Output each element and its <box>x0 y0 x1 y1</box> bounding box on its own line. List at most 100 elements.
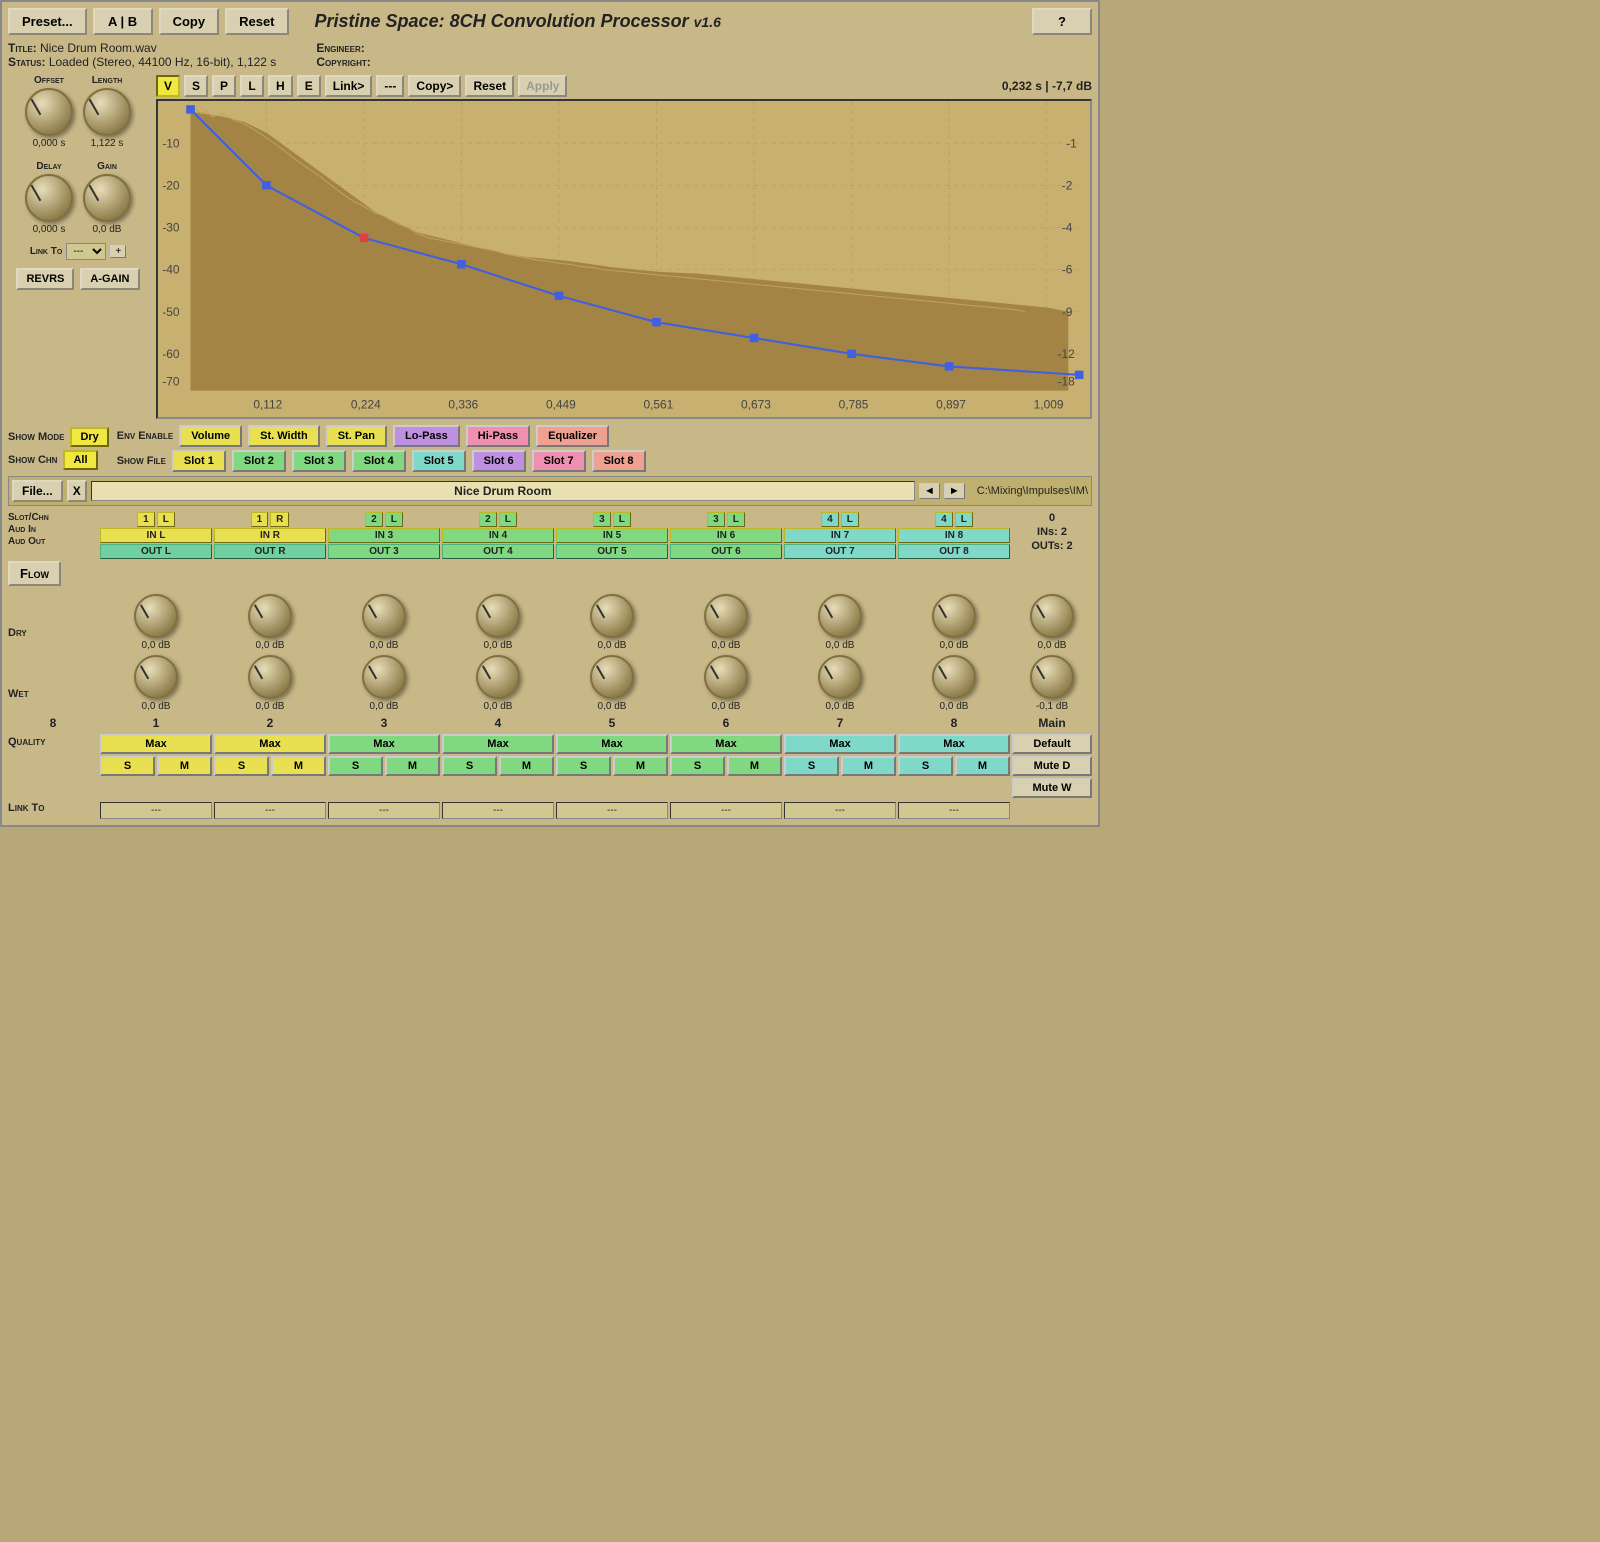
m-btn-3[interactable]: M <box>385 756 440 776</box>
help-button[interactable]: ? <box>1032 8 1092 35</box>
reset-button[interactable]: Reset <box>225 8 288 35</box>
wet-knob-2: 0,0 dB <box>214 655 326 712</box>
svg-text:-70: -70 <box>162 376 180 389</box>
engineer-info: Engineer: Copyright: <box>316 41 374 69</box>
link-to-select[interactable]: --- <box>66 243 106 260</box>
linkto-5[interactable]: --- <box>556 802 668 819</box>
channel-7: 4 L IN 7 OUT 7 <box>784 512 896 559</box>
s-btn-5[interactable]: S <box>556 756 611 776</box>
m-btn-7[interactable]: M <box>841 756 896 776</box>
file-x-button[interactable]: X <box>67 480 87 502</box>
quality-slot-5: Max S M <box>556 734 668 798</box>
svg-text:1,009: 1,009 <box>1034 399 1064 412</box>
main-container: Preset... A | B Copy Reset Pristine Spac… <box>0 0 1100 827</box>
wet-knob-6: 0,0 dB <box>670 655 782 712</box>
st-width-btn[interactable]: St. Width <box>248 425 320 447</box>
slot2-btn[interactable]: Slot 2 <box>232 450 286 472</box>
slot6-btn[interactable]: Slot 6 <box>472 450 526 472</box>
graph-reset-btn[interactable]: Reset <box>465 75 514 97</box>
default-btn[interactable]: Default <box>1012 734 1092 754</box>
slot4-btn[interactable]: Slot 4 <box>352 450 406 472</box>
svg-text:-1: -1 <box>1066 137 1077 150</box>
s-btn-1[interactable]: S <box>100 756 155 776</box>
copy-button[interactable]: Copy <box>159 8 220 35</box>
gain-knob[interactable] <box>83 174 131 222</box>
slot1-btn[interactable]: Slot 1 <box>172 450 226 472</box>
delay-knob[interactable] <box>25 174 73 222</box>
s-btn-7[interactable]: S <box>784 756 839 776</box>
show-chn-btn[interactable]: All <box>63 450 97 470</box>
file-name: Nice Drum Room <box>91 481 915 501</box>
volume-btn[interactable]: Volume <box>179 425 242 447</box>
st-pan-btn[interactable]: St. Pan <box>326 425 387 447</box>
linkto-1[interactable]: --- <box>100 802 212 819</box>
m-btn-6[interactable]: M <box>727 756 782 776</box>
wet-section: Wet 0,0 dB 0,0 dB 0,0 dB 0,0 dB 0,0 dB 0… <box>8 655 1092 712</box>
graph-btn-s[interactable]: S <box>184 75 208 97</box>
graph-btn-p[interactable]: P <box>212 75 236 97</box>
mute-w-btn[interactable]: Mute W <box>1012 778 1092 798</box>
plus-button[interactable]: + <box>110 245 126 258</box>
graph-btn-v[interactable]: V <box>156 75 180 97</box>
equalizer-btn[interactable]: Equalizer <box>536 425 609 447</box>
again-button[interactable]: A-GAIN <box>80 268 139 290</box>
link-btn[interactable]: Link> <box>325 75 373 97</box>
linkto-3[interactable]: --- <box>328 802 440 819</box>
dry-knob-6: 0,0 dB <box>670 594 782 651</box>
m-btn-5[interactable]: M <box>613 756 668 776</box>
file-button[interactable]: File... <box>12 480 63 502</box>
s-btn-2[interactable]: S <box>214 756 269 776</box>
wet-knob-3: 0,0 dB <box>328 655 440 712</box>
preset-button[interactable]: Preset... <box>8 8 87 35</box>
linkto-7[interactable]: --- <box>784 802 896 819</box>
show-mode-btn[interactable]: Dry <box>70 427 108 447</box>
s-btn-8[interactable]: S <box>898 756 953 776</box>
slot-numbers: 8 1 2 3 4 5 6 7 8 Main <box>8 716 1092 730</box>
svg-text:0,336: 0,336 <box>448 399 478 412</box>
flow-button[interactable]: Flow <box>8 561 61 586</box>
slot5-btn[interactable]: Slot 5 <box>412 450 466 472</box>
linkto-8[interactable]: --- <box>898 802 1010 819</box>
revrs-button[interactable]: REVRS <box>16 268 74 290</box>
lo-pass-btn[interactable]: Lo-Pass <box>393 425 460 447</box>
m-btn-2[interactable]: M <box>271 756 326 776</box>
svg-text:0,449: 0,449 <box>546 399 576 412</box>
slot7-btn[interactable]: Slot 7 <box>532 450 586 472</box>
hi-pass-btn[interactable]: Hi-Pass <box>466 425 530 447</box>
quality-slot-3: Max S M <box>328 734 440 798</box>
show-mode-section: Show Mode Dry Show Chn All <box>8 427 109 470</box>
s-btn-6[interactable]: S <box>670 756 725 776</box>
m-btn-1[interactable]: M <box>157 756 212 776</box>
graph-canvas[interactable]: -10 -20 -30 -40 -50 -60 -70 -1 -2 -4 -6 … <box>156 99 1092 419</box>
graph-btn-h[interactable]: H <box>268 75 293 97</box>
s-btn-4[interactable]: S <box>442 756 497 776</box>
slot3-btn[interactable]: Slot 3 <box>292 450 346 472</box>
graph-apply-btn[interactable]: Apply <box>518 75 567 97</box>
main-section: Offset 0,000 s Length 1,122 s Delay 0,00… <box>8 75 1092 419</box>
ab-button[interactable]: A | B <box>93 8 153 35</box>
graph-btn-e[interactable]: E <box>297 75 321 97</box>
quality-slot-8: Max S M <box>898 734 1010 798</box>
svg-text:0,561: 0,561 <box>644 399 674 412</box>
linkto-row: Link To --- --- --- --- --- --- --- --- <box>8 802 1092 819</box>
mute-d-btn[interactable]: Mute D <box>1012 756 1092 776</box>
length-knob[interactable] <box>83 88 131 136</box>
file-nav-left[interactable]: ◄ <box>919 483 940 499</box>
m-btn-4[interactable]: M <box>499 756 554 776</box>
s-btn-3[interactable]: S <box>328 756 383 776</box>
linkto-2[interactable]: --- <box>214 802 326 819</box>
svg-text:-4: -4 <box>1062 222 1073 235</box>
svg-text:-20: -20 <box>162 180 180 193</box>
gain-knob-group: Gain 0,0 dB <box>83 161 131 235</box>
file-nav-right[interactable]: ► <box>944 483 965 499</box>
dry-knob-8: 0,0 dB <box>898 594 1010 651</box>
linkto-4[interactable]: --- <box>442 802 554 819</box>
offset-knob[interactable] <box>25 88 73 136</box>
graph-copy-btn[interactable]: Copy> <box>408 75 461 97</box>
graph-btn-l[interactable]: L <box>240 75 264 97</box>
graph-area: V S P L H E Link> --- Copy> Reset Apply … <box>156 75 1092 419</box>
slot8-btn[interactable]: Slot 8 <box>592 450 646 472</box>
linkto-6[interactable]: --- <box>670 802 782 819</box>
wet-knob-8: 0,0 dB <box>898 655 1010 712</box>
m-btn-8[interactable]: M <box>955 756 1010 776</box>
